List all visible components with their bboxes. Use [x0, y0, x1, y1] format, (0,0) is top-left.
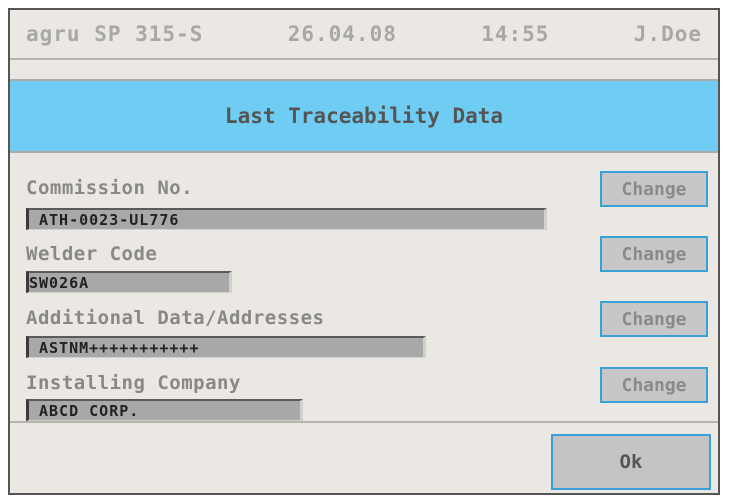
change-installing-company-button[interactable]: Change [600, 367, 708, 403]
ok-button[interactable]: Ok [551, 434, 711, 490]
change-welder-code-button[interactable]: Change [600, 236, 708, 272]
device-screen: agru SP 315-S 26.04.08 14:55 J.Doe Last … [8, 8, 720, 495]
additional-data-field: ASTNM+++++++++++ [26, 336, 426, 358]
installing-company-label: Installing Company [26, 372, 241, 394]
change-commission-no-button[interactable]: Change [600, 171, 708, 207]
time-display: 14:55 [481, 22, 550, 46]
device-name: agru SP 315-S [26, 22, 204, 46]
additional-data-label: Additional Data/Addresses [26, 307, 325, 329]
footer-divider [10, 421, 718, 423]
commission-no-field: ATH-0023-UL776 [26, 208, 547, 230]
installing-company-field: ABCD CORP. [26, 399, 303, 421]
page-title-bar: Last Traceability Data [10, 79, 718, 153]
user-name: J.Doe [633, 22, 702, 46]
page-title: Last Traceability Data [224, 104, 504, 128]
change-additional-data-button[interactable]: Change [600, 301, 708, 337]
date-display: 26.04.08 [287, 22, 397, 46]
welder-code-field: SW026A [26, 271, 232, 293]
commission-no-label: Commission No. [26, 177, 194, 199]
welder-code-label: Welder Code [26, 243, 158, 265]
status-header: agru SP 315-S 26.04.08 14:55 J.Doe [10, 10, 718, 60]
